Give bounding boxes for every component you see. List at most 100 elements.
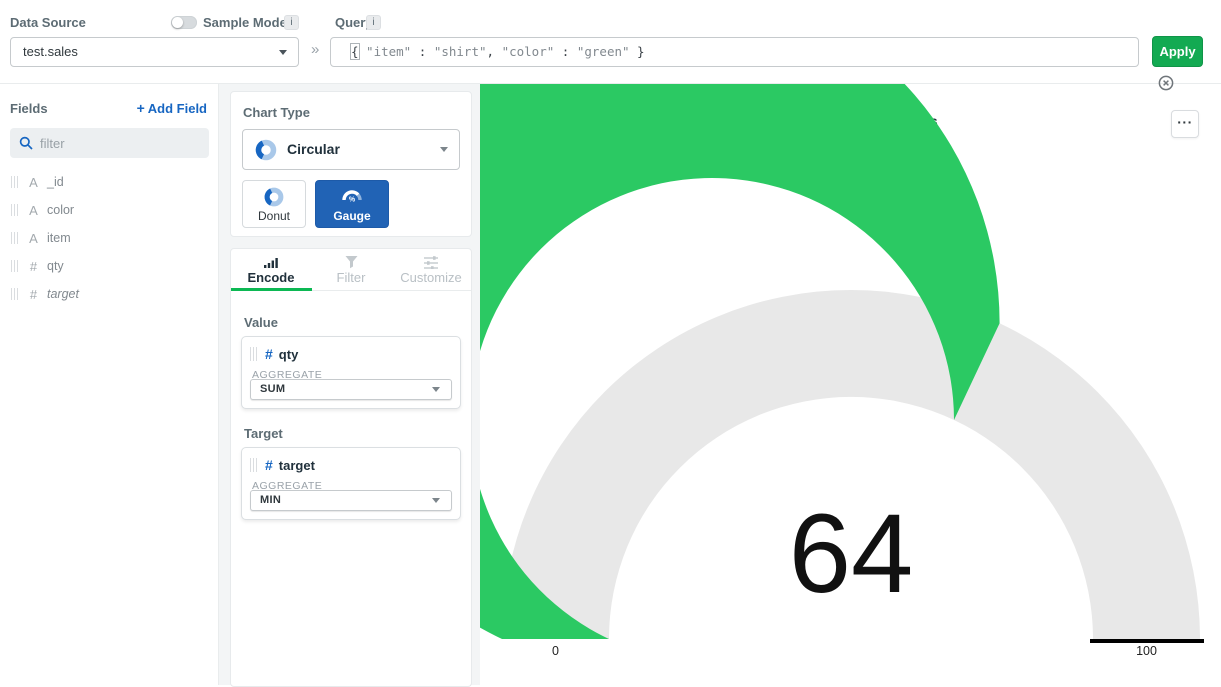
query-text-token: : — [562, 44, 577, 59]
number-type-icon — [26, 259, 41, 274]
aggregate-value: SUM — [260, 383, 285, 395]
gauge-chart-icon: % — [340, 186, 364, 208]
plus-icon — [137, 100, 145, 116]
gauge-chart: 64 0 100 — [480, 84, 1221, 685]
tab-customize[interactable]: Customize — [391, 249, 471, 290]
data-source-value: test.sales — [23, 38, 78, 66]
drag-handle-icon[interactable] — [11, 204, 18, 216]
field-row-color[interactable]: color — [0, 196, 218, 224]
field-name: qty — [47, 259, 64, 273]
number-type-icon — [265, 346, 273, 362]
field-card-header: qty — [242, 337, 460, 362]
field-name: target — [47, 287, 79, 301]
chevron-down-icon — [432, 387, 440, 392]
tab-filter[interactable]: Filter — [311, 249, 391, 290]
donut-type-label: Donut — [258, 209, 290, 223]
value-aggregate-select[interactable]: SUM — [250, 379, 452, 400]
field-row-target[interactable]: target — [0, 280, 218, 308]
field-card-header: target — [242, 448, 460, 473]
chart-type-buttons: Donut % Gauge — [242, 180, 389, 228]
query-text-token: "green" — [577, 44, 630, 59]
bar-chart-icon — [263, 255, 279, 269]
chart-type-label: Chart Type — [243, 105, 310, 120]
query-text-token: : — [419, 44, 434, 59]
field-list: _id color item qty target — [0, 168, 218, 308]
gauge-type-label: Gauge — [333, 209, 370, 223]
field-row-id[interactable]: _id — [0, 168, 218, 196]
add-field-button[interactable]: Add Field — [137, 100, 207, 116]
query-text-token: "color" — [502, 44, 562, 59]
tab-encode[interactable]: Encode — [231, 249, 311, 290]
funnel-icon — [344, 255, 359, 269]
chevrons-separator: » — [311, 41, 319, 58]
main-area: Fields Add Field _id color item — [0, 84, 1221, 685]
chart-category-select[interactable]: Circular — [242, 129, 460, 170]
target-section-label: Target — [244, 426, 283, 441]
tab-bar: Encode Filter Customize — [231, 249, 471, 291]
sliders-icon — [423, 255, 439, 269]
sample-mode-info-icon[interactable]: i — [284, 15, 299, 30]
chart-category-value: Circular — [287, 130, 340, 169]
string-type-icon — [26, 203, 41, 218]
chart-preview-panel: Monthly Green Shirt Sales ··· 64 0 100 — [480, 84, 1221, 685]
query-input[interactable]: { "item" : "shirt", "color" : "green" } — [330, 37, 1139, 67]
gauge-max-label: 100 — [1136, 644, 1157, 658]
number-type-icon — [26, 287, 41, 302]
aggregate-value: MIN — [260, 494, 281, 506]
number-type-icon — [265, 457, 273, 473]
donut-chart-icon — [263, 186, 285, 208]
tab-label: Encode — [248, 270, 295, 285]
add-field-label: Add Field — [148, 101, 207, 116]
target-aggregate-select[interactable]: MIN — [250, 490, 452, 511]
data-source-select[interactable]: test.sales — [10, 37, 299, 67]
string-type-icon — [26, 175, 41, 190]
apply-button[interactable]: Apply — [1152, 36, 1203, 67]
search-icon — [19, 136, 33, 150]
query-text-token: { — [351, 44, 359, 59]
field-row-item[interactable]: item — [0, 224, 218, 252]
query-text-token: , — [487, 44, 502, 59]
query-info-icon[interactable]: i — [366, 15, 381, 30]
active-tab-underline — [231, 288, 312, 291]
donut-type-button[interactable]: Donut — [242, 180, 306, 228]
tab-label: Filter — [337, 270, 366, 285]
gauge-type-button[interactable]: % Gauge — [315, 180, 389, 228]
query-text-token: "item" — [359, 44, 419, 59]
drag-handle-icon[interactable] — [250, 458, 257, 472]
query-text-token: } — [630, 44, 645, 59]
sample-mode-label: Sample Mode — [203, 15, 287, 30]
field-name: _id — [47, 175, 64, 189]
donut-chart-icon — [254, 138, 278, 162]
fields-panel: Fields Add Field _id color item — [0, 84, 219, 685]
top-bar: Data Source Sample Mode i Query i test.s… — [0, 0, 1221, 84]
field-filter-input[interactable] — [40, 128, 200, 158]
clear-query-icon[interactable] — [1113, 45, 1129, 61]
gauge-min-label: 0 — [552, 644, 559, 658]
value-section-label: Value — [244, 315, 278, 330]
field-name: color — [47, 203, 74, 217]
drag-handle-icon[interactable] — [11, 176, 18, 188]
drag-handle-icon[interactable] — [11, 288, 18, 300]
target-field-card[interactable]: target AGGREGATE MIN — [241, 447, 461, 520]
gauge-value-number: 64 — [789, 491, 914, 616]
drag-handle-icon[interactable] — [11, 260, 18, 272]
fields-title: Fields — [10, 101, 48, 116]
drag-handle-icon[interactable] — [11, 232, 18, 244]
field-filter-box — [10, 128, 209, 158]
encoded-field-name: target — [279, 458, 315, 473]
field-row-qty[interactable]: qty — [0, 252, 218, 280]
svg-text:%: % — [349, 196, 356, 203]
chevron-down-icon — [279, 50, 287, 55]
field-name: item — [47, 231, 71, 245]
toggle-knob — [172, 17, 183, 28]
data-source-label: Data Source — [10, 15, 86, 30]
encoded-field-name: qty — [279, 347, 299, 362]
sample-mode-toggle[interactable] — [171, 16, 197, 29]
value-field-card[interactable]: qty AGGREGATE SUM — [241, 336, 461, 409]
encode-card: Encode Filter Customize Value — [230, 248, 472, 687]
query-text-token: "shirt" — [434, 44, 487, 59]
chevron-down-icon — [440, 147, 448, 152]
string-type-icon — [26, 231, 41, 246]
tab-label: Customize — [400, 270, 461, 285]
drag-handle-icon[interactable] — [250, 347, 257, 361]
